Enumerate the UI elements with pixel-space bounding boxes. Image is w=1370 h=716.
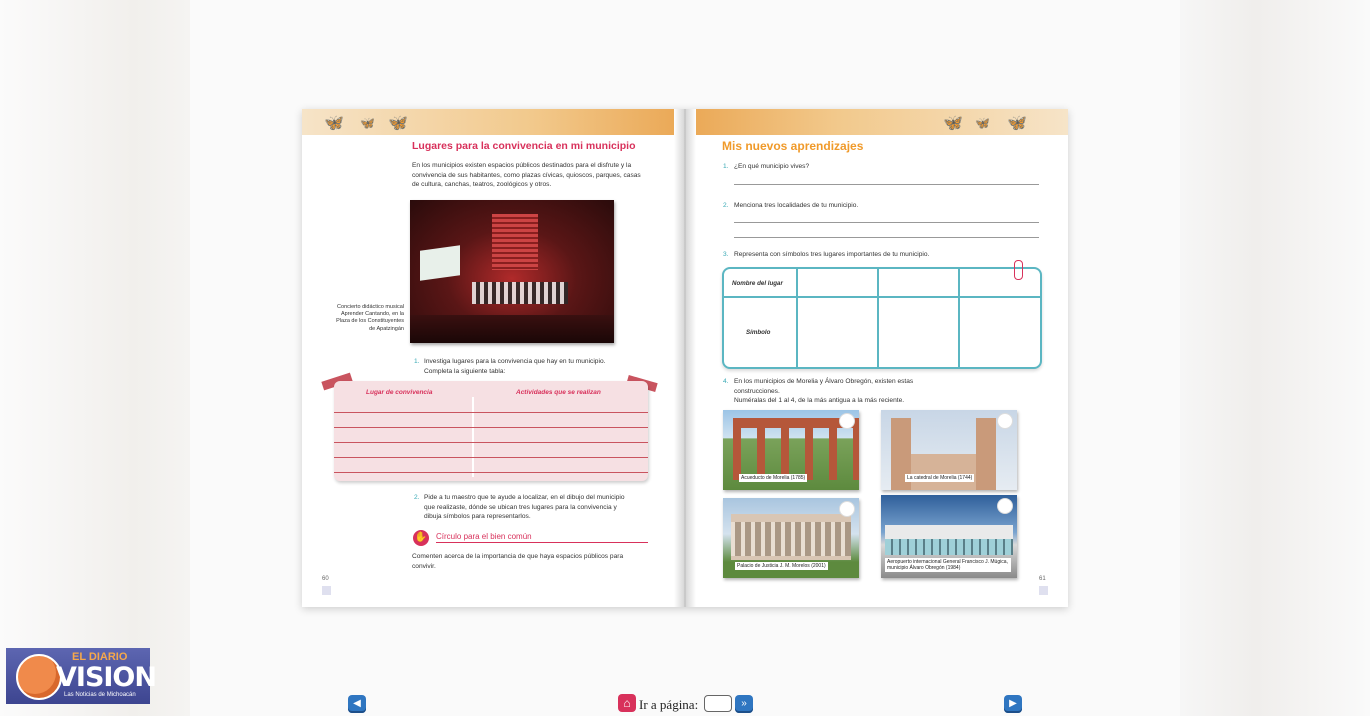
butterfly-icon: 🦋	[975, 116, 990, 130]
table-line	[334, 442, 648, 443]
page-marker-left	[322, 586, 331, 595]
convivencia-table: Lugar de convivencia Actividades que se …	[334, 381, 648, 481]
q4-number: 4.	[723, 378, 729, 385]
butterfly-icon: 🦋	[324, 115, 344, 132]
q1-number: 1.	[723, 163, 729, 170]
goto-page-input[interactable]	[704, 695, 732, 712]
right-page-title: Mis nuevos aprendizajes	[722, 139, 864, 153]
table-vline	[877, 269, 879, 367]
home-icon: ⌂	[623, 696, 631, 710]
item1-number: 1.	[414, 358, 420, 365]
q3-number: 3.	[723, 251, 729, 258]
number-circle[interactable]	[997, 498, 1013, 514]
circle-rule	[436, 542, 648, 543]
logo-line2: VISION	[56, 662, 157, 693]
table-line	[334, 427, 648, 428]
hands-icon: ✋	[413, 530, 429, 546]
logo-line3: Las Noticias de Michoacán	[64, 692, 136, 698]
number-circle[interactable]	[839, 413, 855, 429]
fast-forward-icon: »	[741, 698, 747, 709]
goto-label: Ir a página:	[639, 697, 699, 712]
photo-screen	[420, 245, 460, 281]
right-backdrop	[1180, 0, 1370, 716]
butterfly-icon: 🦋	[388, 115, 408, 132]
concert-photo	[410, 200, 614, 343]
book-gutter	[674, 109, 696, 607]
photo-label: Aeropuerto internacional General Francis…	[885, 558, 1011, 572]
page-number-right: 61	[1039, 576, 1046, 582]
go-button[interactable]: »	[735, 695, 753, 713]
symbols-table: Nombre del lugar Símbolo	[722, 267, 1042, 369]
q2-text: Menciona tres localidades de tu municipi…	[734, 202, 859, 209]
next-page-button[interactable]: ▶	[1004, 695, 1022, 713]
answer-line	[734, 237, 1039, 238]
photo-stairs	[492, 214, 538, 270]
photo-label: La catedral de Morelia (1744)	[905, 474, 975, 482]
prev-page-icon: ◀	[353, 698, 361, 709]
q1-text: ¿En qué municipio vives?	[734, 163, 810, 170]
item2-text: Pide a tu maestro que te ayude a localiz…	[424, 494, 625, 520]
photo-catedral: La catedral de Morelia (1744)	[881, 410, 1017, 490]
cathedral-facade	[911, 454, 976, 490]
photo-label: Palacio de Justicia J. M. Morelos (2001)	[735, 562, 828, 570]
q3-text: Representa con símbolos tres lugares imp…	[734, 251, 930, 258]
left-header-band: 🦋 🦋 🦋	[302, 109, 685, 135]
table-divider	[472, 397, 474, 477]
left-page-title: Lugares para la convivencia en mi munici…	[412, 140, 636, 152]
item2-number: 2.	[414, 494, 420, 501]
butterfly-icon: 🦋	[1007, 115, 1027, 132]
table-line	[334, 412, 648, 413]
photo-stage	[410, 315, 614, 343]
number-circle[interactable]	[997, 413, 1013, 429]
left-intro-text: En los municipios existen espacios públi…	[412, 162, 641, 188]
book-spread: 🦋 🦋 🦋 🦋 🦋 🦋 Lugares para la convivencia …	[302, 109, 1068, 607]
table-vline	[796, 269, 798, 367]
photo-acueducto: Acueducto de Morelia (1785)	[723, 410, 859, 490]
q2-number: 2.	[723, 202, 729, 209]
el-diario-vision-logo: EL DIARIO VISION Las Noticias de Michoac…	[6, 648, 157, 704]
q4-text: En los municipios de Morelia y Álvaro Ob…	[734, 378, 914, 395]
right-header-band: 🦋 🦋 🦋	[685, 109, 1068, 135]
table-header-lugar: Lugar de convivencia	[366, 389, 433, 396]
home-button[interactable]: ⌂	[618, 694, 636, 712]
prev-page-button[interactable]: ◀	[348, 695, 366, 713]
palace-columns	[731, 522, 851, 556]
left-backdrop	[0, 0, 190, 716]
next-page-icon: ▶	[1009, 698, 1017, 709]
item1-text: Investiga lugares para la convivencia qu…	[424, 358, 606, 375]
paperclip-icon	[1014, 260, 1023, 280]
answer-line	[734, 184, 1039, 185]
circle-title: Círculo para el bien común	[436, 532, 532, 541]
airport-glass	[885, 539, 1013, 555]
table-vline	[958, 269, 960, 367]
photo-caption: Concierto didáctico musical Aprender Can…	[336, 304, 404, 332]
circle-text: Comenten acerca de la importancia de que…	[412, 553, 624, 570]
row-label-nombre: Nombre del lugar	[732, 280, 783, 287]
table-line	[334, 472, 648, 473]
photo-choir	[472, 282, 568, 304]
table-hline	[724, 296, 1040, 298]
page-number-left: 60	[322, 576, 329, 582]
page-marker-right	[1039, 586, 1048, 595]
butterfly-icon: 🦋	[943, 115, 963, 132]
photo-label: Acueducto de Morelia (1785)	[739, 474, 808, 482]
number-circle[interactable]	[839, 501, 855, 517]
photo-aeropuerto: Aeropuerto internacional General Francis…	[881, 495, 1017, 578]
answer-line	[734, 222, 1039, 223]
table-line	[334, 457, 648, 458]
q4-instruction: Numéralas del 1 al 4, de la más antigua …	[734, 397, 905, 404]
table-header-actividades: Actividades que se realizan	[516, 389, 601, 396]
photo-palacio: Palacio de Justicia J. M. Morelos (2001)	[723, 498, 859, 578]
butterfly-icon: 🦋	[360, 116, 375, 130]
airport-roof	[885, 525, 1013, 539]
cathedral-tower	[976, 418, 996, 490]
row-label-simbolo: Símbolo	[746, 329, 771, 336]
